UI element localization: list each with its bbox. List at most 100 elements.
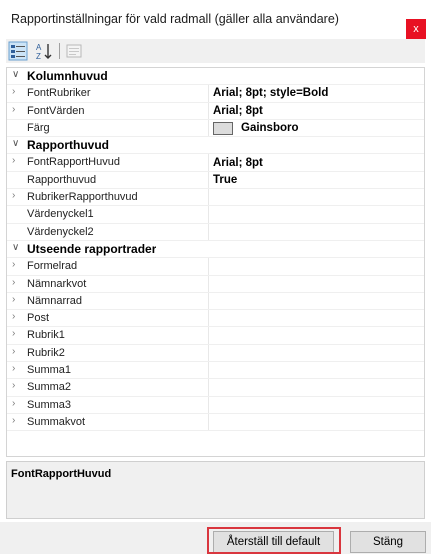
property-value[interactable] xyxy=(209,310,424,326)
property-value-text: True xyxy=(213,173,238,186)
row-gutter xyxy=(7,120,25,136)
close-window-button[interactable]: x xyxy=(406,19,426,39)
property-name: Summakvot xyxy=(25,413,209,431)
property-name: Nämnarkvot xyxy=(25,275,209,292)
property-value[interactable] xyxy=(209,189,424,205)
property-row[interactable]: › Formelrad xyxy=(7,258,424,276)
description-title: FontRapportHuvud xyxy=(11,468,112,480)
category-row[interactable]: ∨ Kolumnhuvud xyxy=(7,68,424,86)
collapse-chevron-icon[interactable]: ∨ xyxy=(7,68,25,84)
expand-chevron-icon[interactable]: › xyxy=(7,414,25,430)
property-value[interactable] xyxy=(209,206,424,222)
property-value-text: Arial; 8pt xyxy=(213,156,263,169)
category-label: Kolumnhuvud xyxy=(27,69,108,83)
expand-chevron-icon[interactable]: › xyxy=(7,293,25,309)
property-value-text: Arial; 8pt xyxy=(213,104,263,117)
expand-chevron-icon[interactable]: › xyxy=(7,362,25,378)
expand-chevron-icon[interactable]: › xyxy=(7,189,25,205)
property-value[interactable] xyxy=(209,397,424,413)
property-name: Post xyxy=(25,310,209,327)
close-button[interactable]: Stäng xyxy=(350,531,426,553)
collapse-chevron-icon[interactable]: ∨ xyxy=(7,137,25,153)
property-row[interactable]: › Summa2 xyxy=(7,379,424,397)
svg-text:Z: Z xyxy=(36,52,41,61)
category-row[interactable]: ∨ Rapporthuvud xyxy=(7,137,424,155)
property-name: Summa1 xyxy=(25,362,209,379)
property-row[interactable]: Rapporthuvud True xyxy=(7,171,424,190)
title-bar: Rapportinställningar för vald radmall (g… xyxy=(0,0,431,39)
property-value[interactable] xyxy=(209,362,424,378)
property-name: FontRapportHuvud xyxy=(25,154,209,171)
property-row[interactable]: › FontVärden Arial; 8pt xyxy=(7,102,424,120)
property-name: Värdenyckel2 xyxy=(25,223,209,240)
property-row[interactable]: Värdenyckel2 xyxy=(7,223,424,241)
collapse-chevron-icon[interactable]: ∨ xyxy=(7,241,25,257)
property-value-text: Arial; 8pt; style=Bold xyxy=(213,87,329,100)
property-row[interactable]: › FontRapportHuvud Arial; 8pt xyxy=(7,154,424,172)
property-name: FontRubriker xyxy=(25,85,209,102)
expand-chevron-icon[interactable]: › xyxy=(7,310,25,326)
expand-chevron-icon[interactable]: › xyxy=(7,345,25,361)
row-gutter xyxy=(7,172,25,188)
property-row[interactable]: › RubrikerRapporthuvud xyxy=(7,189,424,207)
expand-chevron-icon[interactable]: › xyxy=(7,397,25,413)
property-name: Färg xyxy=(25,119,209,137)
toolbar-separator xyxy=(59,43,60,59)
category-label: Rapporthuvud xyxy=(27,138,109,153)
property-name: Summa2 xyxy=(25,379,209,396)
property-value[interactable] xyxy=(209,379,424,395)
property-row[interactable]: › Post xyxy=(7,310,424,328)
property-value[interactable]: Arial; 8pt xyxy=(209,103,424,119)
property-value[interactable]: Arial; 8pt; style=Bold xyxy=(209,85,424,101)
property-row[interactable]: Färg Gainsboro xyxy=(7,119,424,138)
expand-chevron-icon[interactable]: › xyxy=(7,276,25,292)
window-title: Rapportinställningar för vald radmall (g… xyxy=(11,12,339,26)
property-name: Värdenyckel1 xyxy=(25,206,209,223)
property-row[interactable]: › Nämnarrad xyxy=(7,292,424,311)
category-row[interactable]: ∨ Utseende rapportrader xyxy=(7,241,424,259)
expand-chevron-icon[interactable]: › xyxy=(7,327,25,343)
expand-chevron-icon[interactable]: › xyxy=(7,103,25,119)
property-row[interactable]: › Rubrik2 xyxy=(7,344,424,363)
categorized-icon xyxy=(8,41,28,61)
property-name: Rubrik2 xyxy=(25,344,209,362)
property-name: Summa3 xyxy=(25,396,209,413)
expand-chevron-icon[interactable]: › xyxy=(7,379,25,395)
row-gutter xyxy=(7,206,25,222)
property-value[interactable] xyxy=(209,224,424,240)
property-row[interactable]: › Rubrik1 xyxy=(7,327,424,345)
category-label: Utseende rapportrader xyxy=(27,241,157,256)
sort-alphabetical-icon: A Z xyxy=(36,43,52,61)
property-value[interactable] xyxy=(209,327,424,343)
property-name: Rapporthuvud xyxy=(25,171,209,189)
property-value[interactable] xyxy=(209,414,424,430)
property-pages-icon xyxy=(66,44,82,58)
close-icon: x xyxy=(413,23,419,35)
categorized-view-button[interactable] xyxy=(8,41,28,61)
property-value[interactable]: True xyxy=(209,172,424,188)
property-row[interactable]: Värdenyckel1 xyxy=(7,206,424,224)
property-value[interactable] xyxy=(209,293,424,309)
property-name: Rubrik1 xyxy=(25,327,209,344)
expand-chevron-icon[interactable]: › xyxy=(7,258,25,274)
property-row[interactable]: › FontRubriker Arial; 8pt; style=Bold xyxy=(7,85,424,103)
expand-chevron-icon[interactable]: › xyxy=(7,85,25,101)
row-gutter xyxy=(7,224,25,240)
alphabetical-view-button[interactable]: A Z xyxy=(34,41,54,61)
property-value[interactable]: Gainsboro xyxy=(209,120,424,136)
property-row[interactable]: › Summa3 xyxy=(7,396,424,414)
property-name: FontVärden xyxy=(25,102,209,119)
property-row[interactable]: › Nämnarkvot xyxy=(7,275,424,293)
expand-chevron-icon[interactable]: › xyxy=(7,154,25,170)
property-value[interactable]: Arial; 8pt xyxy=(209,154,424,170)
property-value[interactable] xyxy=(209,276,424,292)
property-value[interactable] xyxy=(209,258,424,274)
property-grid[interactable]: ∨ Kolumnhuvud › FontRubriker Arial; 8pt; sty… xyxy=(6,67,425,457)
property-name: RubrikerRapporthuvud xyxy=(25,189,209,206)
property-value[interactable] xyxy=(209,345,424,361)
svg-text:A: A xyxy=(36,43,42,52)
property-row[interactable]: › Summakvot xyxy=(7,413,424,432)
property-row[interactable]: › Summa1 xyxy=(7,362,424,380)
property-pages-button[interactable] xyxy=(64,41,84,61)
description-pane: FontRapportHuvud xyxy=(6,461,425,519)
